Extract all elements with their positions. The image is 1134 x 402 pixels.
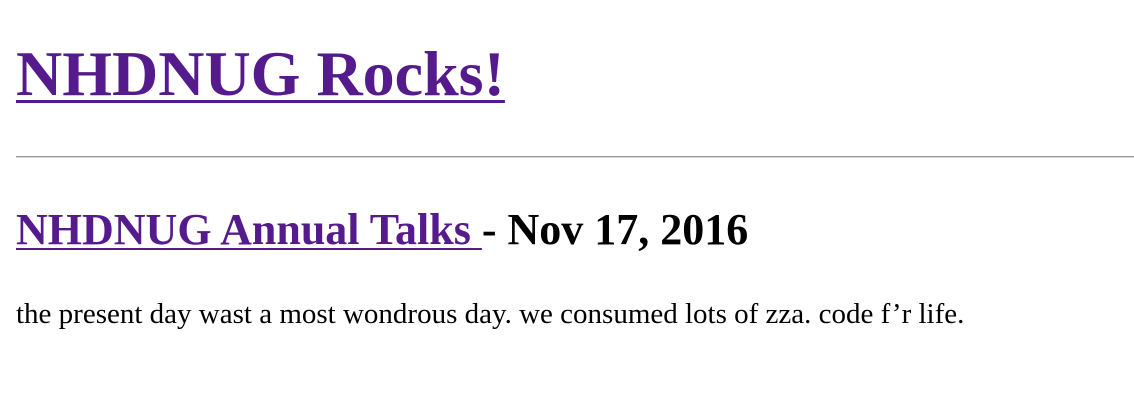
site-title-link[interactable]: NHDNUG Rocks!: [16, 38, 505, 109]
divider: [16, 156, 1134, 158]
post-date: - Nov 17, 2016: [481, 205, 749, 254]
post-heading: NHDNUG Annual Talks - Nov 17, 2016: [16, 202, 748, 258]
post-title-link[interactable]: NHDNUG Annual Talks: [16, 205, 482, 254]
post-body: the present day wast a most wondrous day…: [16, 298, 965, 330]
site-title: NHDNUG Rocks!: [16, 36, 505, 112]
